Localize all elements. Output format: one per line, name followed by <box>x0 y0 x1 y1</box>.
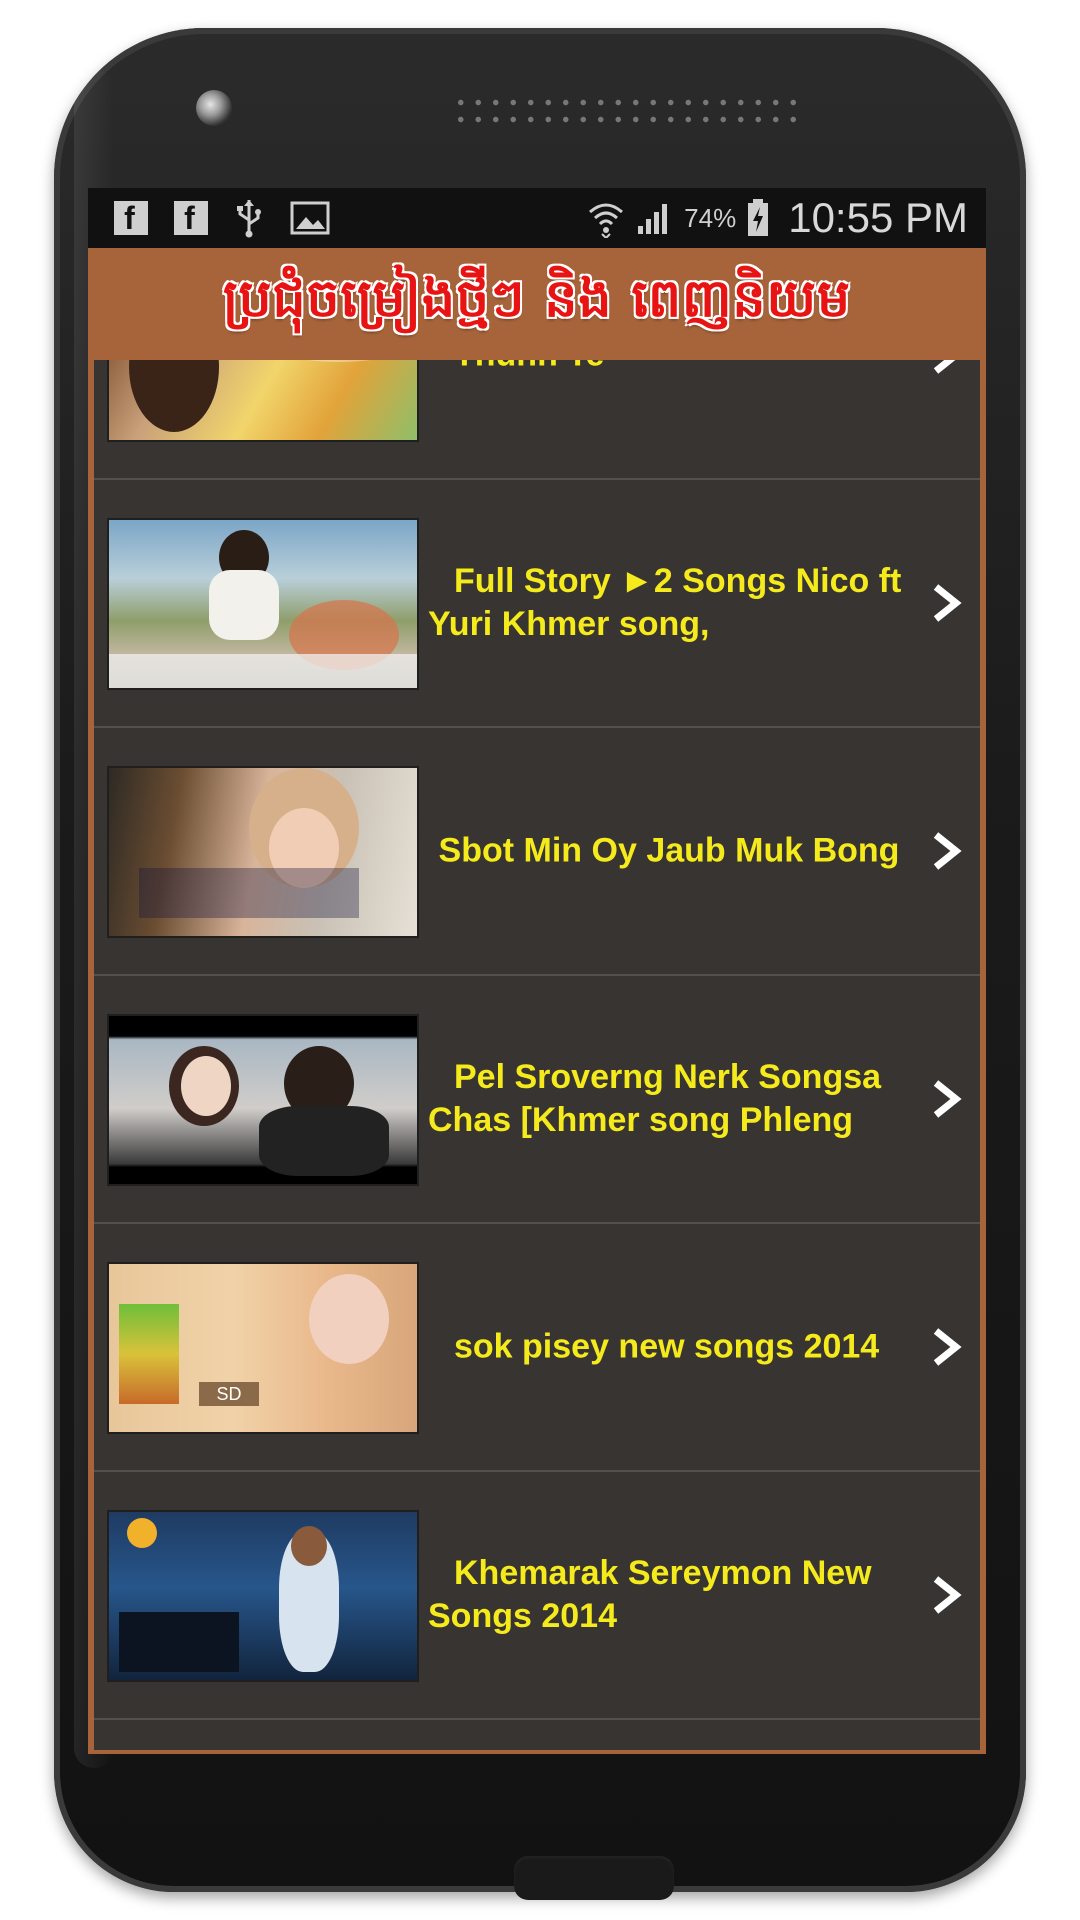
list-item[interactable]: Sbot Min Oy Jaub Muk Bong <box>94 728 980 976</box>
facebook-icon: f <box>174 201 208 235</box>
karaoke-thumbnail <box>107 766 419 938</box>
song-list-content: Thunh Te Full Story ►2 Songs Nico ft Yur… <box>94 360 980 1720</box>
list-item[interactable]: Pel Sroverng Nerk Songsa Chas [Khmer son… <box>94 976 980 1224</box>
home-button[interactable] <box>514 1856 674 1900</box>
phone-screen: f f 74% 10:55 PM ប្រជុំចម្រៀងថ្មីៗ និង ព… <box>88 188 986 1754</box>
status-bar: f f 74% 10:55 PM <box>88 188 986 248</box>
list-item[interactable]: Thunh Te <box>94 360 980 480</box>
list-item-title: Khemarak Sereymon New Songs 2014 <box>428 1554 872 1635</box>
chevron-right-icon <box>933 1080 962 1118</box>
concert-thumbnail <box>107 1510 419 1682</box>
list-item-title: Sbot Min Oy Jaub Muk Bong <box>438 831 900 870</box>
battery-charging-icon <box>746 198 770 238</box>
battery-percent: 74% <box>684 202 737 233</box>
list-item-title: Pel Sroverng Nerk Songsa Chas [Khmer son… <box>428 1058 882 1139</box>
facebook-icon: f <box>114 201 148 235</box>
app-header: ប្រជុំចម្រៀងថ្មីៗ និង ពេញនិយម <box>88 248 986 360</box>
status-clock: 10:55 PM <box>788 194 968 241</box>
chevron-right-icon <box>933 584 962 622</box>
list-item-title: Thunh Te <box>428 360 910 377</box>
list-item-title: sok pisey new songs 2014 <box>454 1327 880 1366</box>
song-list[interactable]: Thunh Te Full Story ►2 Songs Nico ft Yur… <box>88 360 986 1754</box>
earpiece-speaker <box>452 94 802 128</box>
chevron-right-icon <box>933 832 962 870</box>
list-item-title: Full Story ►2 Songs Nico ft Yuri Khmer s… <box>428 562 902 643</box>
list-item[interactable]: Khemarak Sereymon New Songs 2014 <box>94 1472 980 1720</box>
chevron-right-icon <box>933 360 956 374</box>
image-icon <box>290 201 330 235</box>
list-item[interactable]: SD sok pisey new songs 2014 <box>94 1224 980 1472</box>
list-item[interactable]: Full Story ►2 Songs Nico ft Yuri Khmer s… <box>94 480 980 728</box>
usb-icon <box>234 198 264 238</box>
app-title: ប្រជុំចម្រៀងថ្មីៗ និង ពេញនិយម <box>222 268 852 329</box>
singer-promo-thumbnail <box>107 360 419 442</box>
couple-video-thumbnail <box>107 1014 419 1186</box>
chevron-right-icon <box>933 1576 962 1614</box>
signal-icon <box>636 200 674 236</box>
chevron-right-icon <box>933 1328 962 1366</box>
music-video-thumbnail <box>107 518 419 690</box>
album-cover-thumbnail: SD <box>107 1262 419 1434</box>
front-camera <box>196 90 232 126</box>
wifi-icon <box>586 198 626 238</box>
